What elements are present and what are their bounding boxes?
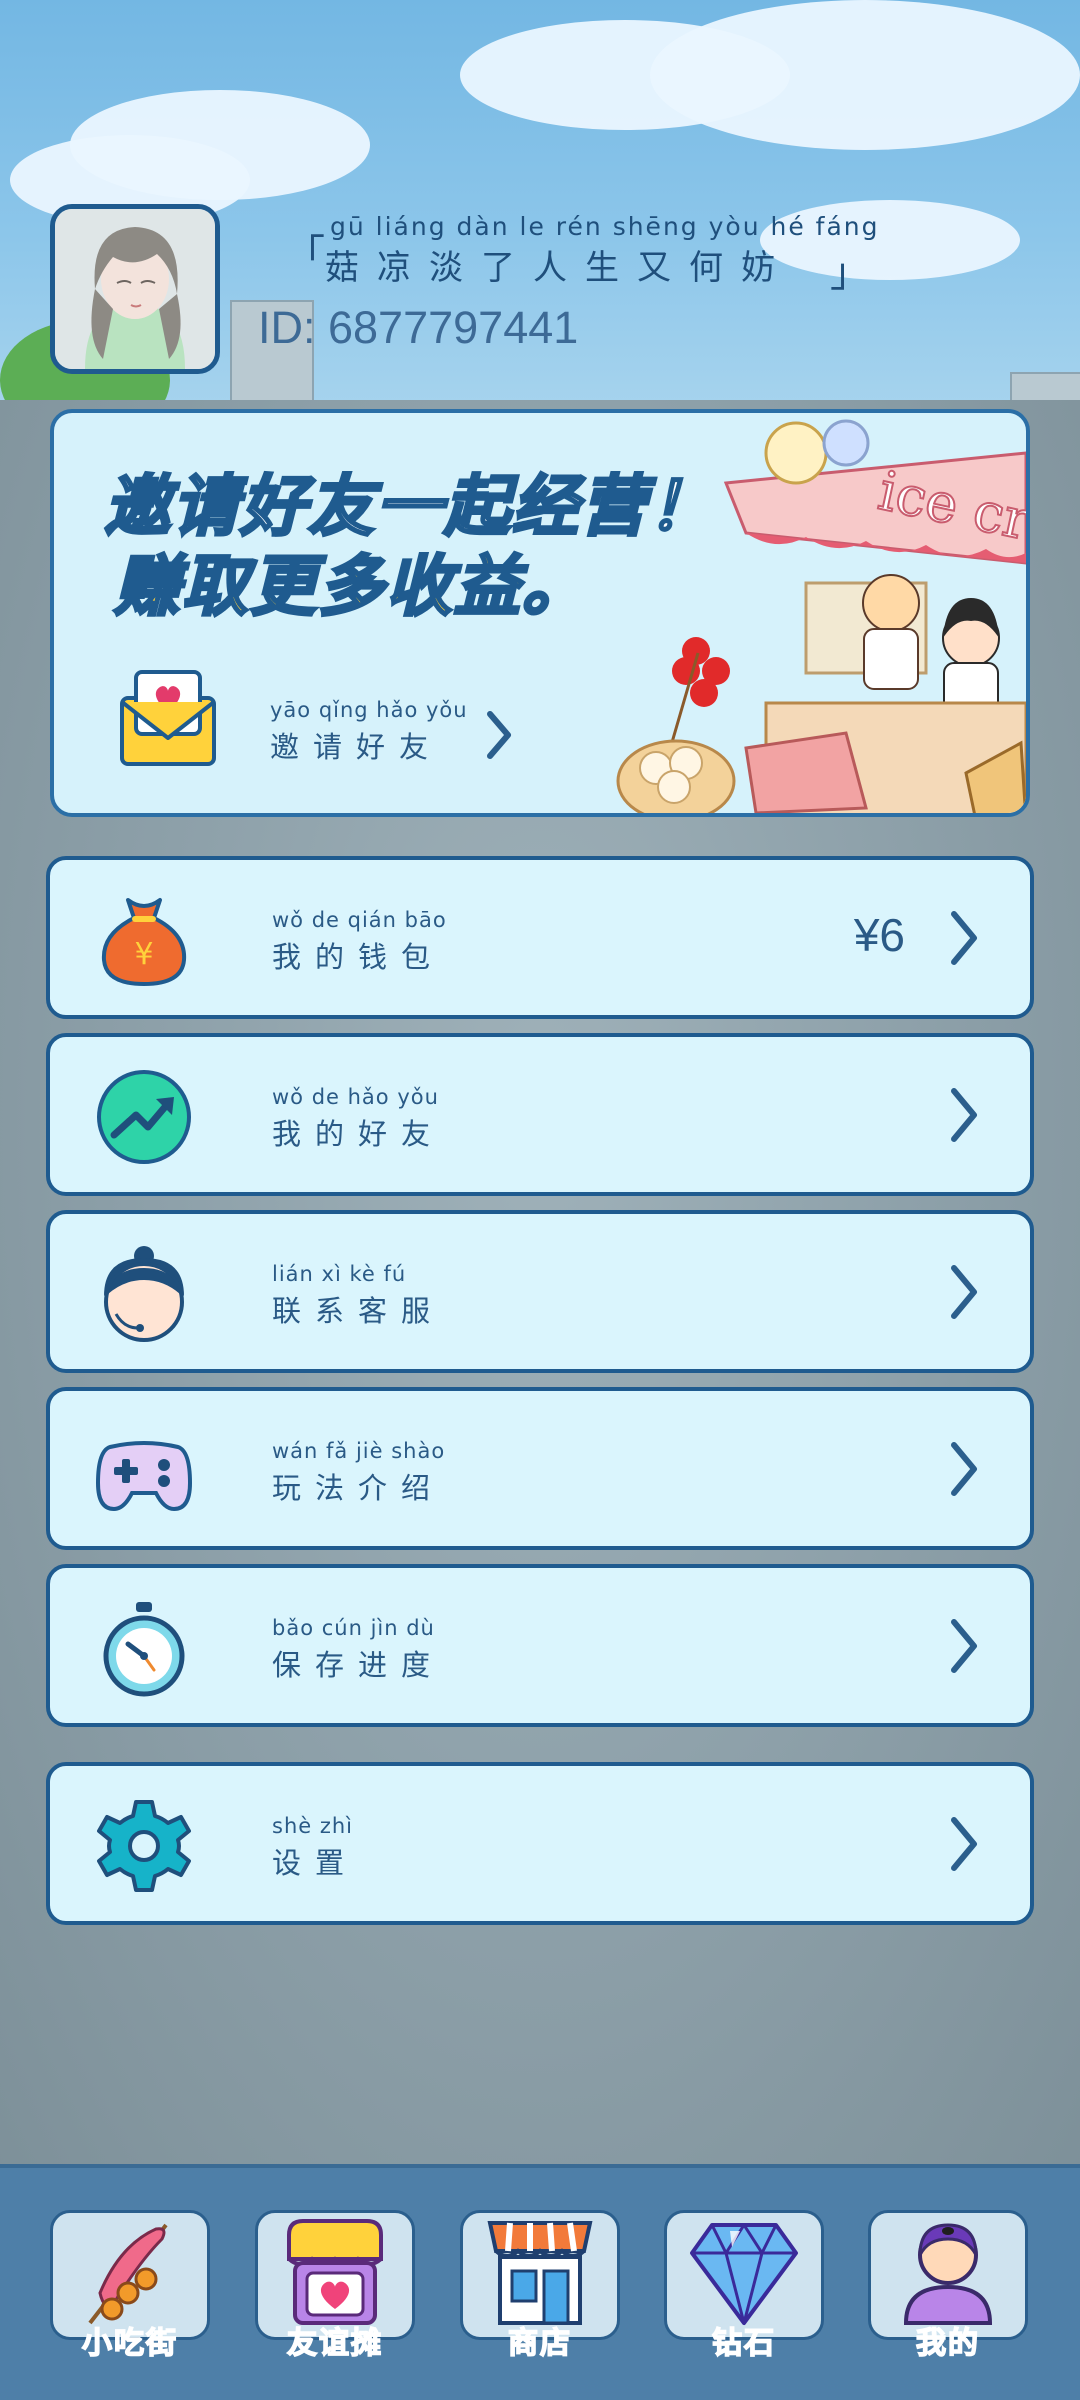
nav-shop[interactable]: 商店 <box>460 2210 620 2362</box>
guide-label: 玩法介绍 <box>272 1471 445 1505</box>
invite-friends-button[interactable]: yāo qǐng hǎo yǒu 邀请好友 <box>270 698 530 768</box>
avatar[interactable] <box>50 204 220 374</box>
settings-label: 设置 <box>272 1846 359 1880</box>
user-id: ID: 6877797441 <box>258 302 579 353</box>
customer-service-icon <box>104 1246 184 1342</box>
chevron-right-icon <box>951 1265 977 1319</box>
wallet-balance: ¥6 <box>853 909 905 961</box>
menu-item-guide[interactable]: wán fǎ jiè shào 玩法介绍 <box>46 1387 1034 1550</box>
money-bag-icon: ¥ <box>101 898 187 987</box>
trend-up-icon <box>97 1070 191 1164</box>
friends-label: 我的好友 <box>272 1117 445 1151</box>
wallet-pinyin: wǒ de qián bāo <box>272 908 447 932</box>
invite-button-label: 邀请好友 <box>270 730 443 764</box>
nav-label: 商店 <box>507 2325 572 2362</box>
chevron-right-icon <box>951 911 977 965</box>
bottom-nav: 小吃街 友谊摊 商店 钻石 我的 <box>0 2164 1080 2400</box>
invite-button-pinyin: yāo qǐng hǎo yǒu <box>270 698 468 722</box>
diamond-icon <box>690 2223 798 2325</box>
chevron-right-icon <box>951 1442 977 1496</box>
menu-item-settings[interactable]: shè zhì 设置 <box>46 1762 1034 1925</box>
wallet-label: 我的钱包 <box>272 940 445 974</box>
slogan: 「 gū liáng dàn le rén shēng yòu hé fáng … <box>285 210 885 296</box>
envelope-heart-icon <box>120 670 216 766</box>
save-progress-label: 保存进度 <box>272 1648 445 1682</box>
nav-snack-street[interactable]: 小吃街 <box>50 2210 210 2362</box>
gamepad-icon <box>95 1441 193 1512</box>
save-progress-pinyin: bǎo cún jìn dù <box>272 1616 435 1640</box>
menu-item-support[interactable]: lián xì kè fú 联系客服 <box>46 1210 1034 1373</box>
stopwatch-icon <box>103 1602 185 1697</box>
nav-label: 小吃街 <box>81 2325 178 2362</box>
shop-icon <box>487 2221 593 2325</box>
food-stall-illustration: ice cream <box>616 419 1026 813</box>
menu-item-save-progress[interactable]: bǎo cún jìn dù 保存进度 <box>46 1564 1034 1727</box>
invite-banner[interactable]: 邀请好友一起经营！ 赚取更多收益。 yāo qǐng hǎo yǒu 邀请好友 … <box>50 409 1030 817</box>
menu-item-friends[interactable]: wǒ de hǎo yǒu 我的好友 <box>46 1033 1034 1196</box>
chevron-right-icon <box>951 1619 977 1673</box>
guide-pinyin: wán fǎ jiè shào <box>272 1439 446 1463</box>
slogan-bracket-close: 」 <box>830 250 870 296</box>
support-label: 联系客服 <box>272 1294 445 1328</box>
chevron-right-icon <box>951 1817 977 1871</box>
invite-subtitle: 赚取更多收益。 <box>113 547 590 627</box>
nav-label: 钻石 <box>711 2325 776 2362</box>
chevron-right-icon <box>951 1088 977 1142</box>
chevron-right-icon <box>487 711 511 759</box>
nav-label: 我的 <box>915 2325 980 2362</box>
slogan-text: 菇凉淡了人生又何妨 <box>325 248 793 288</box>
slogan-pinyin: gū liáng dàn le rén shēng yòu hé fáng <box>330 212 880 241</box>
settings-pinyin: shè zhì <box>272 1814 354 1838</box>
nav-label: 友谊摊 <box>286 2325 383 2362</box>
nav-profile[interactable]: 我的 <box>868 2210 1028 2362</box>
friends-pinyin: wǒ de hǎo yǒu <box>272 1085 439 1109</box>
cloud <box>650 0 1080 150</box>
support-pinyin: lián xì kè fú <box>272 1262 407 1286</box>
nav-diamond[interactable]: 钻石 <box>664 2210 824 2362</box>
svg-text:¥: ¥ <box>134 937 153 972</box>
nav-friendship-stall[interactable]: 友谊摊 <box>255 2210 415 2362</box>
sausage-skewer-icon <box>88 2223 168 2325</box>
gear-icon <box>97 1800 191 1892</box>
stall-heart-icon <box>287 2219 383 2325</box>
slogan-bracket-open: 「 <box>285 232 325 278</box>
profile-icon <box>903 2223 993 2325</box>
menu-item-wallet[interactable]: ¥ wǒ de qián bāo 我的钱包 ¥6 <box>46 856 1034 1019</box>
